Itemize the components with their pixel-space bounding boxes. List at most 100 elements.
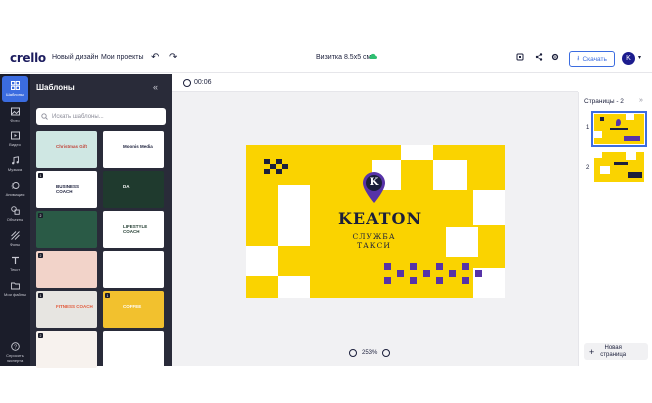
search-icon bbox=[41, 113, 48, 120]
template-thumbnail[interactable]: 1 COFFEE bbox=[103, 291, 164, 328]
sidebar-item-label: Мои файлы bbox=[4, 292, 26, 297]
panel-title: Шаблоны bbox=[36, 83, 75, 92]
template-thumbnail[interactable]: 2 bbox=[36, 251, 97, 288]
template-thumbnail[interactable]: 2 bbox=[36, 331, 97, 368]
pages-title: Страницы - 2 bbox=[584, 98, 624, 105]
white-square[interactable] bbox=[278, 185, 310, 218]
template-page-count: 2 bbox=[38, 253, 43, 258]
pin-letter: K bbox=[369, 177, 379, 188]
sidebar-item-templates[interactable]: Шаблоны bbox=[2, 76, 28, 102]
template-thumbnail[interactable]: DA bbox=[103, 171, 164, 208]
document-title[interactable]: Визитка 8.5x5 см bbox=[316, 54, 371, 61]
checker-square bbox=[462, 263, 469, 270]
page-number: 1 bbox=[586, 125, 590, 131]
template-thumbnail[interactable]: 1 FITNESS COACH bbox=[36, 291, 97, 328]
checker-square bbox=[264, 169, 270, 174]
undo-icon[interactable]: ↶ bbox=[151, 52, 159, 63]
template-thumbnail[interactable]: Moonis Media bbox=[103, 131, 164, 168]
white-square[interactable] bbox=[446, 227, 478, 257]
template-thumbnail[interactable] bbox=[103, 331, 164, 368]
clock-icon bbox=[183, 79, 191, 87]
template-title: DA bbox=[123, 184, 130, 189]
zoom-level[interactable]: 253% bbox=[362, 350, 377, 356]
template-thumbnail[interactable]: 2 bbox=[36, 211, 97, 248]
settings-icon[interactable] bbox=[551, 53, 559, 61]
template-page-count: 2 bbox=[38, 333, 43, 338]
sidebar-item-label: Фоны bbox=[9, 242, 21, 247]
sidebar-item-label: Текст bbox=[9, 267, 21, 272]
myfiles-icon bbox=[10, 282, 20, 290]
sidebar-item-label: Видео bbox=[9, 142, 21, 147]
brand-name[interactable]: KEATON bbox=[338, 209, 422, 228]
sidebar-item-backgrounds[interactable]: Фоны bbox=[2, 226, 28, 252]
nav-new-design[interactable]: Новый дизайн bbox=[52, 54, 98, 61]
template-title: BUSINESS COACH bbox=[56, 184, 80, 194]
white-square[interactable] bbox=[278, 276, 310, 298]
white-square[interactable] bbox=[278, 218, 310, 246]
template-thumbnail[interactable]: Christmas Gift bbox=[36, 131, 97, 168]
design-canvas[interactable]: K KEATON СЛУЖБА ТАКСИ bbox=[246, 145, 505, 298]
checker-square bbox=[462, 277, 469, 284]
sidebar-item-photo[interactable]: Фото bbox=[2, 102, 28, 128]
sidebar-item-myfiles[interactable]: Мои файлы bbox=[2, 276, 28, 302]
objects-icon bbox=[10, 206, 20, 215]
download-label: Скачать bbox=[582, 55, 607, 63]
collapse-pages-icon[interactable]: » bbox=[639, 97, 643, 104]
text-icon bbox=[11, 256, 19, 264]
template-page-count: 1 bbox=[105, 293, 110, 298]
template-title: FITNESS COACH bbox=[56, 304, 93, 309]
template-title: COFFEE bbox=[123, 304, 142, 309]
new-page-button[interactable]: + Новая страница bbox=[584, 343, 648, 360]
template-page-count: 1 bbox=[38, 173, 43, 178]
avatar[interactable]: K bbox=[622, 52, 635, 65]
nav-my-projects[interactable]: Мои проекты bbox=[101, 54, 144, 61]
pages-panel: Страницы - 2 » 1 2 + Новая страница bbox=[578, 92, 652, 366]
template-thumbnail[interactable] bbox=[103, 251, 164, 288]
white-square[interactable] bbox=[433, 160, 467, 190]
help-icon: ? bbox=[10, 341, 20, 351]
checker-square bbox=[475, 270, 482, 277]
template-thumbnail[interactable]: LIFESTYLE COACH bbox=[103, 211, 164, 248]
music-icon bbox=[11, 156, 19, 165]
checker-square bbox=[276, 169, 282, 174]
download-button[interactable]: ⭳ Скачать bbox=[569, 51, 615, 67]
search-input[interactable]: Искать шаблоны... bbox=[36, 108, 166, 125]
sidebar-item-help[interactable]: ? Спросить эксперта bbox=[2, 338, 28, 366]
crello-logo[interactable]: crello bbox=[10, 51, 46, 65]
duration-display[interactable]: 00:06 bbox=[194, 79, 212, 86]
resize-icon[interactable] bbox=[516, 53, 524, 61]
white-square[interactable] bbox=[473, 190, 505, 225]
sidebar-item-objects[interactable]: Объекты bbox=[2, 201, 28, 227]
checker-square bbox=[436, 263, 443, 270]
checker-square bbox=[410, 277, 417, 284]
checker-square bbox=[397, 270, 404, 277]
sidebar-item-text[interactable]: Текст bbox=[2, 251, 28, 277]
sidebar-item-label: Спросить эксперта bbox=[6, 352, 24, 363]
page-thumbnail[interactable] bbox=[594, 152, 644, 182]
template-page-count: 1 bbox=[38, 293, 43, 298]
timeline-bar: 00:06 bbox=[172, 74, 578, 92]
sidebar-item-label: Фото bbox=[10, 118, 20, 123]
chevron-down-icon[interactable]: ▾ bbox=[638, 54, 641, 61]
page-thumbnail[interactable] bbox=[591, 111, 647, 147]
white-square[interactable] bbox=[246, 246, 278, 276]
brand-tagline[interactable]: СЛУЖБА ТАКСИ bbox=[344, 232, 404, 250]
video-icon bbox=[10, 131, 20, 140]
zoom-out-icon[interactable] bbox=[349, 348, 357, 357]
top-bar: crello Новый дизайн Мои проекты ↶ ↷ Визи… bbox=[0, 45, 652, 73]
white-square[interactable] bbox=[401, 145, 433, 160]
templates-icon bbox=[10, 81, 20, 90]
sidebar-item-label: Анимация bbox=[5, 192, 25, 197]
sidebar-item-label: Шаблоны bbox=[6, 92, 24, 97]
zoom-in-icon[interactable] bbox=[382, 348, 391, 357]
backgrounds-icon bbox=[10, 231, 20, 240]
sidebar-item-video[interactable]: Видео bbox=[2, 126, 28, 152]
template-thumbnail[interactable]: 1 BUSINESS COACH bbox=[36, 171, 97, 208]
checker-square bbox=[282, 164, 288, 169]
share-icon[interactable] bbox=[535, 53, 543, 61]
redo-icon[interactable]: ↷ bbox=[169, 52, 177, 63]
sidebar-item-music[interactable]: Музыка bbox=[2, 151, 28, 177]
sidebar-item-animation[interactable]: Анимация bbox=[2, 176, 28, 202]
plus-icon: + bbox=[589, 346, 595, 357]
collapse-panel-icon[interactable]: « bbox=[153, 82, 158, 92]
